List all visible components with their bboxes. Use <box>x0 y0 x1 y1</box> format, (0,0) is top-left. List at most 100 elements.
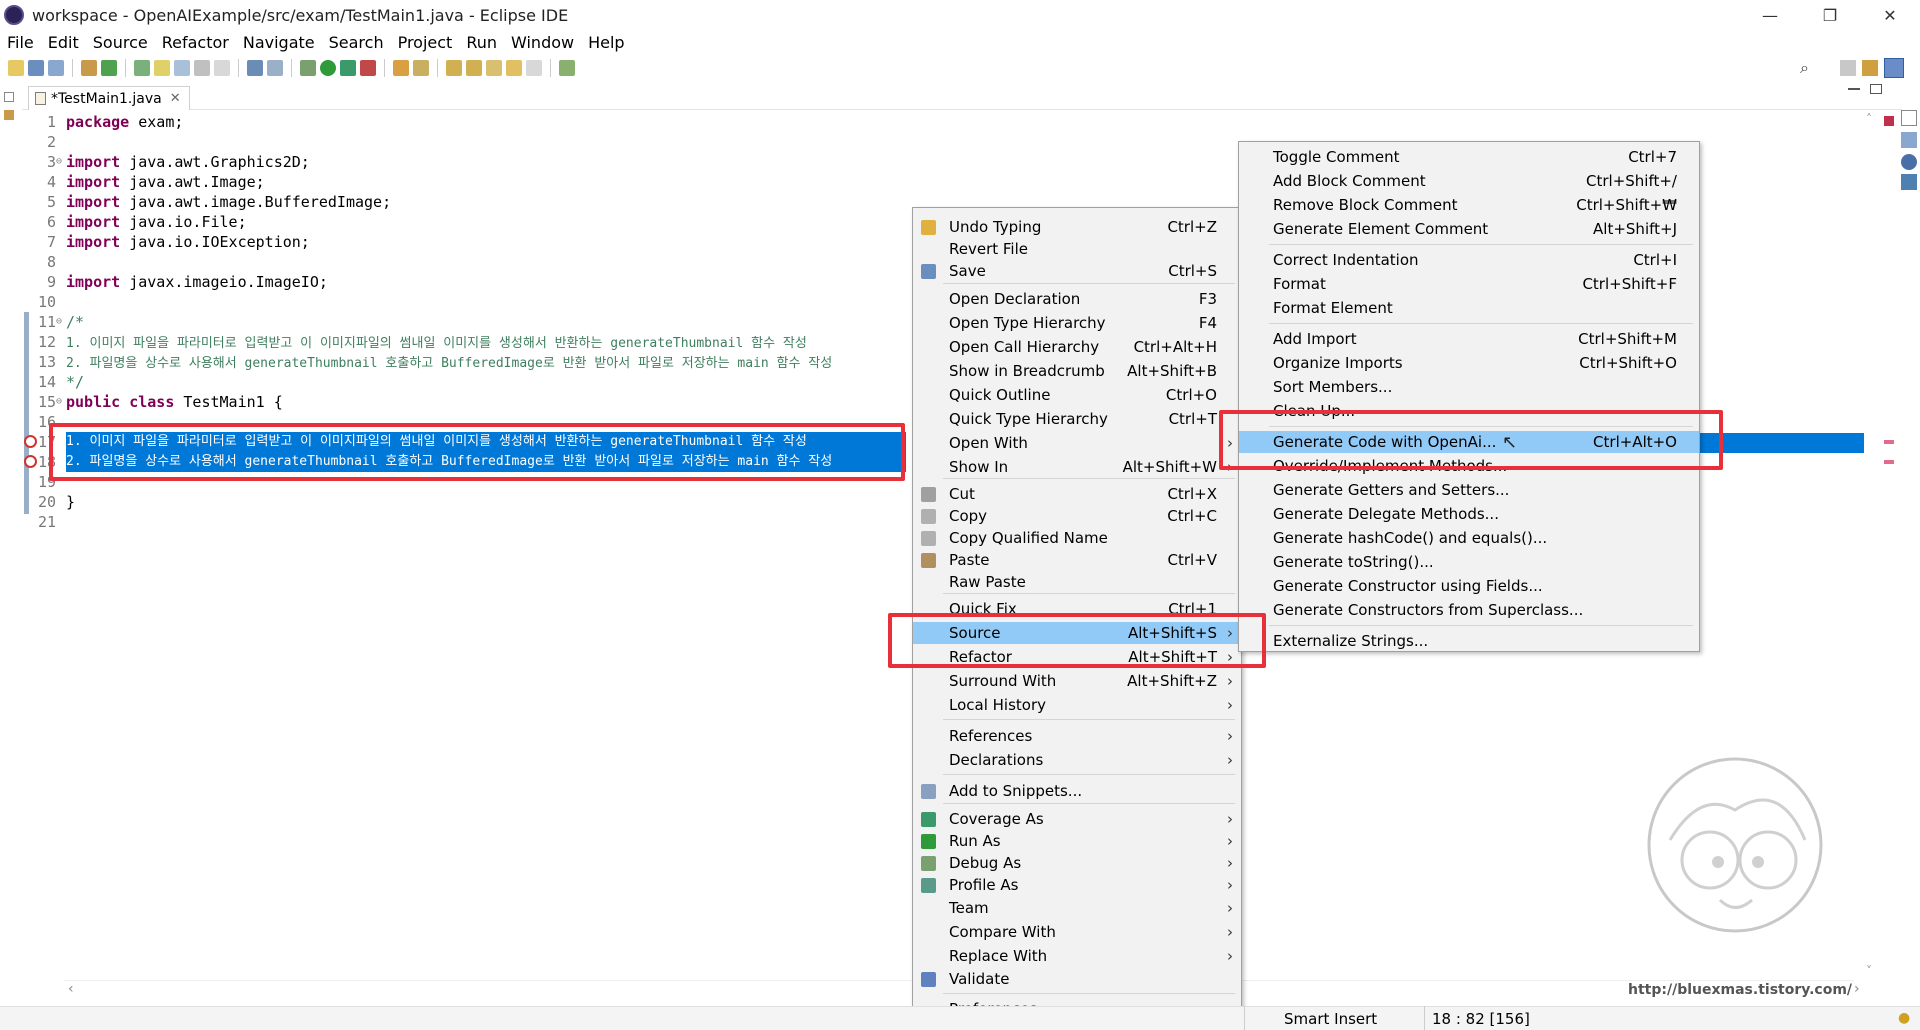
context-menu-item[interactable]: Quick Type Hierarchy Ctrl+T <box>913 408 1241 430</box>
source-menu-item[interactable]: Toggle Comment Ctrl+7 <box>1239 146 1699 168</box>
context-menu-item[interactable]: Revert File <box>913 238 1241 260</box>
context-menu-item[interactable]: Open Declaration F3 <box>913 288 1241 310</box>
menu-run[interactable]: Run <box>459 33 504 52</box>
new-icon[interactable] <box>8 60 24 76</box>
source-menu-item[interactable]: Generate Getters and Setters... <box>1239 479 1699 501</box>
fold-toggle-icon[interactable]: ⊖ <box>56 392 62 412</box>
menu-search[interactable]: Search <box>322 33 391 52</box>
context-menu-item[interactable]: Paste Ctrl+V <box>913 549 1241 571</box>
whitespace-icon[interactable] <box>214 60 230 76</box>
context-menu-item[interactable]: Show in Breadcrumb Alt+Shift+B <box>913 360 1241 382</box>
console-icon[interactable] <box>247 60 263 76</box>
source-menu-item[interactable]: Organize Imports Ctrl+Shift+O <box>1239 352 1699 374</box>
coverage-icon[interactable] <box>340 60 356 76</box>
source-menu-item[interactable]: Generate toString()... <box>1239 551 1699 573</box>
skip-breakpoints-icon[interactable] <box>267 60 283 76</box>
menu-project[interactable]: Project <box>391 33 460 52</box>
context-menu-item[interactable]: Profile As › <box>913 874 1241 896</box>
context-menu-item[interactable]: Coverage As › <box>913 808 1241 830</box>
minimize-button[interactable]: — <box>1740 0 1800 30</box>
last-edit-icon[interactable] <box>486 60 502 76</box>
vertical-scrollbar[interactable]: ˄ ˅ <box>1864 112 1878 982</box>
menu-source[interactable]: Source <box>86 33 155 52</box>
save-icon[interactable] <box>28 60 44 76</box>
context-menu-item[interactable]: Undo Typing Ctrl+Z <box>913 216 1241 238</box>
context-menu-item[interactable]: Add to Snippets... <box>913 780 1241 802</box>
package-explorer-icon[interactable] <box>4 110 14 120</box>
minimize-editor-icon[interactable] <box>1848 88 1860 90</box>
outline-view-icon[interactable] <box>1901 132 1917 148</box>
context-menu-item[interactable]: Show In Alt+Shift+W › <box>913 456 1241 478</box>
pin-editor-icon[interactable] <box>559 60 575 76</box>
context-menu-item[interactable]: Raw Paste <box>913 571 1241 593</box>
context-menu-item[interactable]: Open With › <box>913 432 1241 454</box>
open-perspective-icon[interactable] <box>1840 60 1856 76</box>
menu-window[interactable]: Window <box>504 33 581 52</box>
back-icon[interactable] <box>506 60 522 76</box>
maximize-editor-icon[interactable] <box>1870 84 1882 94</box>
context-menu-item[interactable]: Cut Ctrl+X <box>913 483 1241 505</box>
task-view-icon[interactable] <box>1901 154 1917 170</box>
context-menu-item[interactable]: Local History › <box>913 694 1241 716</box>
source-menu-item[interactable]: Add Block Comment Ctrl+Shift+/ <box>1239 170 1699 192</box>
source-menu-item[interactable]: Generate Constructor using Fields... <box>1239 575 1699 597</box>
overview-marker[interactable] <box>1884 440 1894 444</box>
close-tab-icon[interactable]: ✕ <box>170 91 181 106</box>
error-marker-icon[interactable] <box>24 455 37 468</box>
fold-toggle-icon[interactable]: ⊖ <box>56 152 62 172</box>
context-menu-item[interactable]: Open Type Hierarchy F4 <box>913 312 1241 334</box>
external-tools-icon[interactable] <box>360 60 376 76</box>
source-menu-item[interactable]: Format Ctrl+Shift+F <box>1239 273 1699 295</box>
new-package-icon[interactable] <box>81 60 97 76</box>
editor-tab[interactable]: *TestMain1.java ✕ <box>28 86 190 110</box>
scroll-right-icon[interactable]: › <box>1854 981 1860 997</box>
open-task-icon[interactable] <box>393 60 409 76</box>
forward-icon[interactable] <box>526 60 542 76</box>
problems-view-icon[interactable] <box>1901 174 1917 190</box>
menu-navigate[interactable]: Navigate <box>236 33 322 52</box>
source-menu-item[interactable]: Format Element <box>1239 297 1699 319</box>
source-menu-item[interactable]: Generate Constructors from Superclass... <box>1239 599 1699 621</box>
run-icon[interactable] <box>320 60 336 76</box>
context-menu-item[interactable]: Quick Outline Ctrl+O <box>913 384 1241 406</box>
highlight-icon[interactable] <box>154 60 170 76</box>
menu-edit[interactable]: Edit <box>41 33 86 52</box>
java-perspective-icon[interactable] <box>1862 60 1878 76</box>
restore-button[interactable]: ❐ <box>1800 0 1860 30</box>
context-menu-item[interactable]: References › <box>913 725 1241 747</box>
context-menu-item[interactable]: Debug As › <box>913 852 1241 874</box>
source-menu-item[interactable]: Generate Delegate Methods... <box>1239 503 1699 525</box>
overview-marker[interactable] <box>1884 460 1894 464</box>
new-class-icon[interactable] <box>101 60 117 76</box>
context-menu-item[interactable]: Copy Ctrl+C <box>913 505 1241 527</box>
source-menu-item[interactable]: Remove Block Comment Ctrl+Shift+₩ <box>1239 194 1699 216</box>
close-button[interactable]: ✕ <box>1860 0 1920 30</box>
context-menu-item[interactable]: Copy Qualified Name <box>913 527 1241 549</box>
source-menu-item[interactable]: Correct Indentation Ctrl+I <box>1239 249 1699 271</box>
debug-icon[interactable] <box>300 60 316 76</box>
block-select-icon[interactable] <box>194 60 210 76</box>
source-menu-item[interactable]: Add Import Ctrl+Shift+M <box>1239 328 1699 350</box>
toggle-mark-icon[interactable] <box>174 60 190 76</box>
context-menu-item[interactable]: Open Call Hierarchy Ctrl+Alt+H <box>913 336 1241 358</box>
menu-help[interactable]: Help <box>581 33 631 52</box>
prev-annotation-icon[interactable] <box>466 60 482 76</box>
context-menu-item[interactable]: Declarations › <box>913 749 1241 771</box>
scroll-down-icon[interactable]: ˅ <box>1866 964 1872 978</box>
restore-icon[interactable] <box>4 92 14 102</box>
source-menu-item[interactable]: Generate hashCode() and equals()... <box>1239 527 1699 549</box>
context-menu-item[interactable]: Validate <box>913 968 1241 990</box>
context-menu-item[interactable]: Save Ctrl+S <box>913 260 1241 282</box>
search-icon[interactable]: ⌕ <box>1800 58 1809 78</box>
search-tool-icon[interactable] <box>413 60 429 76</box>
fold-toggle-icon[interactable]: ⊖ <box>56 312 62 332</box>
context-menu-item[interactable]: Surround With Alt+Shift+Z › <box>913 670 1241 692</box>
restore-view-icon[interactable] <box>1901 110 1917 126</box>
save-all-icon[interactable] <box>48 60 64 76</box>
error-marker-icon[interactable] <box>24 435 37 448</box>
overview-error-marker[interactable] <box>1884 116 1894 126</box>
context-menu-item[interactable]: Team › <box>913 897 1241 919</box>
open-type-icon[interactable] <box>134 60 150 76</box>
lightbulb-icon[interactable]: ● <box>1898 1010 1910 1026</box>
source-menu-item[interactable]: Sort Members... <box>1239 376 1699 398</box>
